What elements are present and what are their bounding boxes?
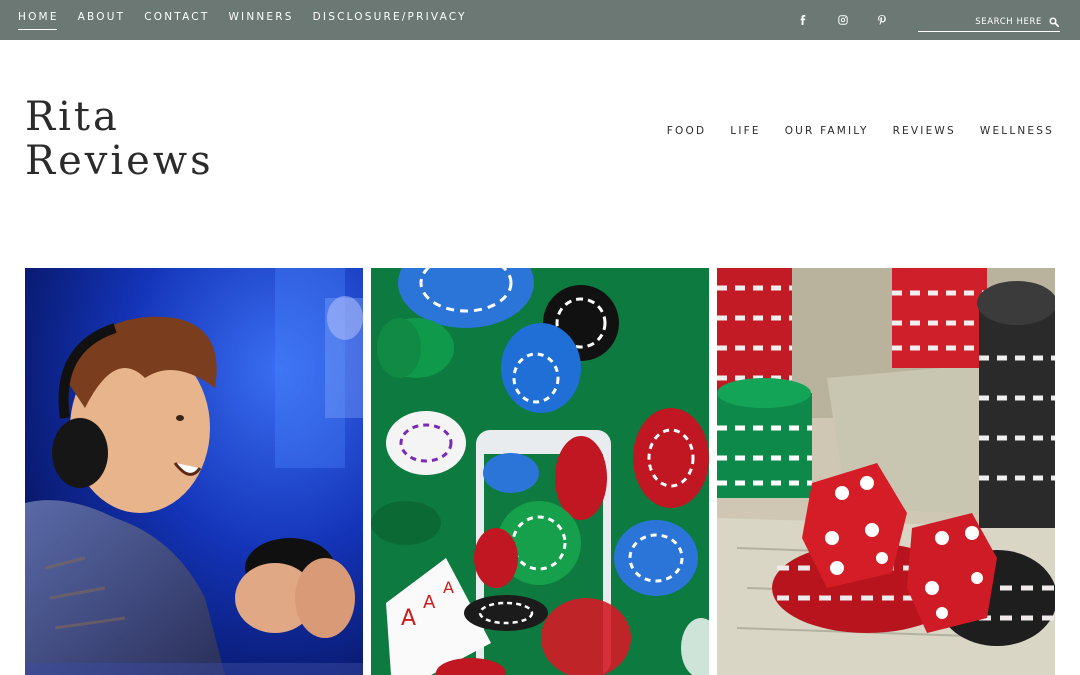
top-bar: HOME ABOUT CONTACT WINNERS DISCLOSURE/PR… — [0, 0, 1080, 40]
featured-post-image-gaming[interactable] — [25, 268, 363, 675]
search-input[interactable] — [928, 16, 1048, 27]
site-title-line-1: Rita — [25, 94, 120, 140]
boy-gaming-image — [25, 268, 363, 675]
main-navigation: FOOD LIFE OUR FAMILY REVIEWS WELLNESS — [643, 125, 1054, 137]
top-nav-winners[interactable]: WINNERS — [228, 0, 293, 32]
svg-text:A: A — [401, 606, 416, 631]
featured-post-image-casino-chips[interactable]: A A A — [371, 268, 709, 675]
facebook-icon[interactable] — [796, 13, 810, 27]
featured-posts-grid: A A A — [25, 268, 1055, 675]
main-nav-wellness[interactable]: WELLNESS — [980, 125, 1054, 137]
svg-text:A: A — [443, 578, 454, 597]
main-nav-reviews[interactable]: REVIEWS — [893, 125, 956, 137]
main-nav-food[interactable]: FOOD — [667, 125, 706, 137]
svg-text:A: A — [423, 592, 436, 613]
top-navigation: HOME ABOUT CONTACT WINNERS DISCLOSURE/PR… — [18, 0, 486, 40]
casino-chips-image: A A A — [371, 268, 709, 675]
main-nav-our-family[interactable]: OUR FAMILY — [785, 125, 869, 137]
instagram-icon[interactable] — [836, 13, 850, 27]
featured-post-image-dice-and-money[interactable] — [717, 268, 1055, 675]
top-nav-about[interactable]: ABOUT — [78, 0, 126, 32]
main-nav-life[interactable]: LIFE — [730, 125, 760, 137]
pinterest-icon[interactable] — [875, 13, 889, 27]
top-nav-home[interactable]: HOME — [18, 0, 59, 32]
top-nav-disclosure-privacy[interactable]: DISCLOSURE/PRIVACY — [313, 0, 467, 32]
top-nav-contact[interactable]: CONTACT — [144, 0, 209, 32]
search-icon[interactable] — [1048, 16, 1060, 28]
site-title[interactable]: Rita Reviews — [25, 95, 214, 183]
dice-and-chips-image — [717, 268, 1055, 675]
site-title-line-2: Reviews — [25, 138, 214, 184]
search-box — [918, 12, 1060, 32]
